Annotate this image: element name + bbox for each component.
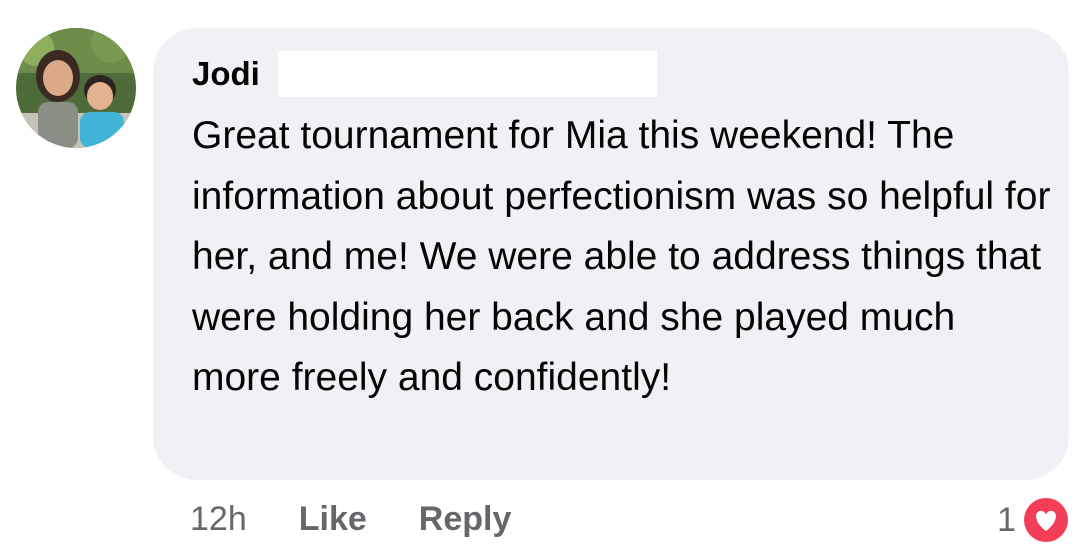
avatar[interactable]: [16, 28, 136, 148]
heart-icon: [1022, 496, 1070, 544]
comment-text: Great tournament for Mia this weekend! T…: [192, 114, 1051, 399]
comment-actions: 12h Like Reply: [190, 496, 563, 542]
author-name[interactable]: Jodi: [192, 54, 260, 94]
redacted-surname: [278, 51, 657, 97]
like-button[interactable]: Like: [299, 500, 367, 539]
reply-button[interactable]: Reply: [419, 500, 512, 539]
comment-container: Jodi Great tournament for Mia this weeke…: [0, 0, 1082, 556]
reaction-count: 1: [997, 500, 1016, 539]
timestamp[interactable]: 12h: [190, 500, 247, 539]
reaction-summary[interactable]: 1: [997, 494, 1070, 546]
avatar-photo: [16, 28, 136, 148]
